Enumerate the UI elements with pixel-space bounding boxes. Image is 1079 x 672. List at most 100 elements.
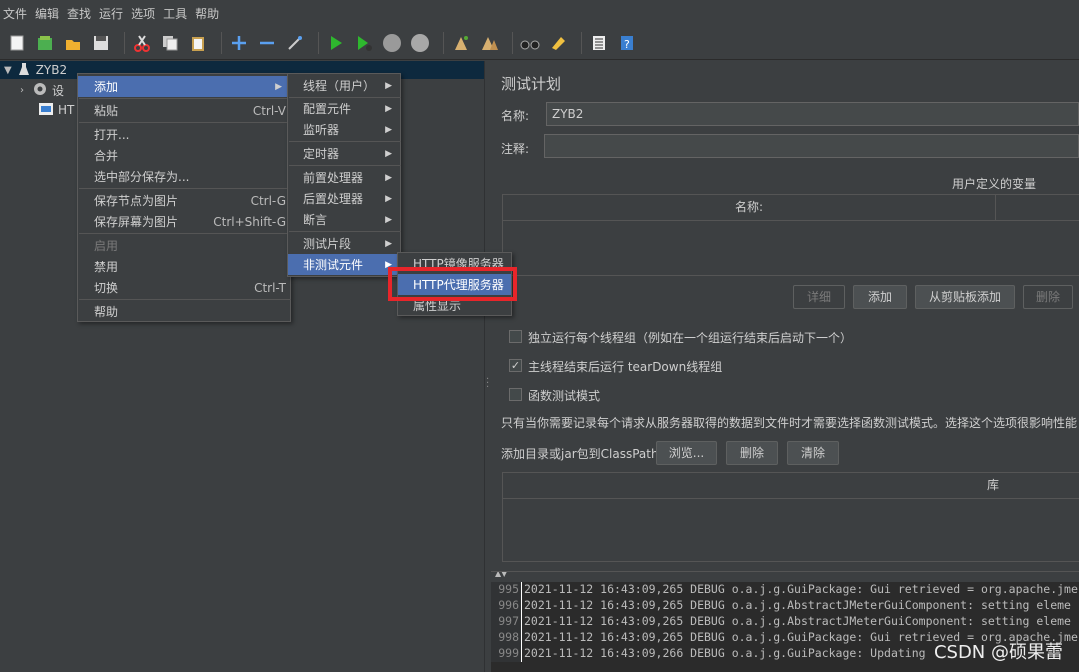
menu-separator [289,231,401,232]
tree-node-label: ZYB2 [35,63,68,77]
menu-item-save-selection[interactable]: 选中部分保存为... [78,166,290,187]
save-icon[interactable] [90,32,112,54]
submenu-item-timer[interactable]: 定时器 ▶ [288,143,400,164]
cut-icon[interactable] [131,32,153,54]
menu-item-save-node-image[interactable]: 保存节点为图片 Ctrl-G [78,190,290,211]
submenu-item-assertion[interactable]: 断言 ▶ [288,209,400,230]
menu-options[interactable]: 选项 [131,5,155,22]
add-from-clipboard-button[interactable]: 从剪贴板添加 [915,285,1015,309]
menu-separator [79,299,291,300]
clear-classpath-button[interactable]: 清除 [787,441,839,465]
submenu-arrow-icon: ▶ [385,172,392,183]
tree-node-config[interactable]: › 设 [20,81,64,99]
functional-mode-label: 函数测试模式 [528,389,601,403]
recorder-icon [38,102,54,119]
functional-mode-checkbox[interactable] [509,388,522,401]
submenu-item-config[interactable]: 配置元件 ▶ [288,98,400,119]
submenu-arrow-icon: ▶ [275,81,282,92]
tree-context-menu: 添加 ▶ 粘贴 Ctrl-V 打开... 合并 选中部分保存为... 保存节点为图片… [77,73,291,322]
paste-icon[interactable] [187,32,209,54]
menu-separator [289,165,401,166]
classpath-table[interactable]: 库 [502,472,1079,562]
delete-button[interactable]: 删除 [1023,285,1073,309]
start-no-pause-icon[interactable] [353,32,375,54]
menu-file[interactable]: 文件 [3,5,27,22]
templates-icon[interactable] [34,32,56,54]
gear-icon [32,81,48,100]
tree-node-http[interactable]: HT [38,101,74,119]
new-icon[interactable] [6,32,28,54]
search-icon[interactable] [519,32,541,54]
serialize-threadgroups-label: 独立运行每个线程组（例如在一个组运行结束后启动下一个） [528,331,853,345]
start-icon[interactable] [325,32,347,54]
menu-item-save-screen-image[interactable]: 保存屏幕为图片 Ctrl+Shift-G [78,211,290,232]
menu-separator [79,98,291,99]
menu-separator [79,122,291,123]
function-helper-icon[interactable] [588,32,610,54]
menu-item-enable: 启用 [94,239,119,253]
menu-item-open[interactable]: 打开... [78,124,290,145]
expand-icon[interactable] [228,32,250,54]
clear-all-icon[interactable] [478,32,500,54]
menu-help[interactable]: 帮助 [195,5,219,22]
menu-item-disable[interactable]: 禁用 [78,256,290,277]
submenu-arrow-icon: ▶ [385,124,392,135]
menu-item-paste[interactable]: 粘贴 Ctrl-V [78,100,290,121]
toggle-icon[interactable] [284,32,306,54]
submenu-item-listener[interactable]: 监听器 ▶ [288,119,400,140]
highlight-box [388,267,517,301]
open-icon[interactable] [62,32,84,54]
menu-search[interactable]: 查找 [67,5,91,22]
copy-icon[interactable] [159,32,181,54]
toolbar-separator [318,31,319,54]
classpath-label: 添加目录或jar包到ClassPath [501,447,659,461]
detail-button[interactable]: 详细 [793,285,845,309]
toolbar: ? [0,26,1079,60]
name-input[interactable]: ZYB2 [546,102,1079,126]
submenu-item-test-fragment[interactable]: 测试片段 ▶ [288,233,400,254]
teardown-label: 主线程结束后运行 tearDown线程组 [528,360,723,374]
menu-item-help[interactable]: 帮助 [78,301,290,322]
collapse-icon[interactable] [256,32,278,54]
menu-item-toggle[interactable]: 切换 Ctrl-T [78,277,290,298]
lib-col-header[interactable]: 库 [503,473,1079,499]
drag-handle-icon: · · · [486,374,490,393]
browse-button[interactable]: 浏览... [656,441,717,465]
col-value-header[interactable] [996,195,1079,221]
log-panel-header: ▲▼ ••• [491,572,1079,582]
test-plan-panel: 测试计划 名称: ZYB2 注释: 用户定义的变量 名称: 详细 添加 从剪贴板… [491,61,1079,571]
flask-icon [18,62,30,79]
toolbar-separator [581,31,582,54]
comment-input[interactable] [544,134,1079,158]
teardown-checkbox[interactable]: ✓ [509,359,522,372]
submenu-item-threads[interactable]: 线程（用户） ▶ [288,75,400,96]
tree-node-label: HT [58,103,75,117]
submenu-item-non-test[interactable]: 非测试元件 ▶ [288,254,400,275]
submenu-arrow-icon: ▶ [385,148,392,159]
submenu-item-preprocessor[interactable]: 前置处理器 ▶ [288,167,400,188]
user-vars-table[interactable]: 名称: [502,194,1079,276]
pane-splitter[interactable]: · · · [484,61,490,672]
toolbar-separator [443,31,444,54]
collapse-arrow-icon[interactable]: ▼ [4,65,12,76]
drag-handle-icon[interactable]: ••• [919,572,937,577]
shutdown-icon[interactable] [409,32,431,54]
menu-run[interactable]: 运行 [99,5,123,22]
add-button[interactable]: 添加 [853,285,907,309]
menu-item-add[interactable]: 添加 ▶ [78,76,290,97]
log-line: 996 2021-11-12 16:43:09,265 DEBUG o.a.j.g… [491,598,1079,614]
delete-classpath-button[interactable]: 删除 [726,441,778,465]
submenu-arrow-icon: ▶ [385,238,392,249]
serialize-threadgroups-checkbox[interactable] [509,330,522,343]
menu-item-merge[interactable]: 合并 [78,145,290,166]
col-name-header[interactable]: 名称: [503,195,996,221]
menu-edit[interactable]: 编辑 [35,5,59,22]
expand-arrow-icon[interactable]: › [20,85,24,96]
help-icon[interactable]: ? [616,32,638,54]
submenu-item-postprocessor[interactable]: 后置处理器 ▶ [288,188,400,209]
stop-icon[interactable] [381,32,403,54]
collapse-panel-icon[interactable]: ▲▼ [495,572,507,578]
menu-tools[interactable]: 工具 [163,5,187,22]
clear-icon[interactable] [450,32,472,54]
reset-search-icon[interactable] [547,32,569,54]
